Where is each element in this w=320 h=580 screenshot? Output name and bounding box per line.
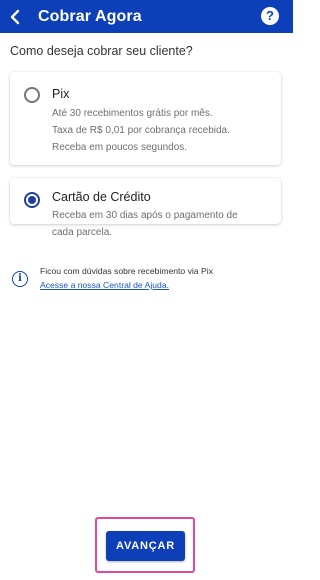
info-icon: i [12, 271, 28, 287]
description-line: Taxa de R$ 0,01 por cobrança recebida. [52, 125, 230, 136]
option-title: Pix [52, 87, 70, 101]
back-arrow-icon [10, 9, 20, 24]
radio-credit-card[interactable] [24, 192, 40, 208]
back-button[interactable] [4, 0, 26, 33]
description-line: Receba em 30 dias após o pagamento de [52, 210, 238, 221]
option-title: Cartão de Crédito [52, 190, 151, 204]
help-icon[interactable]: ? [261, 7, 279, 25]
option-card-pix[interactable]: Pix Até 30 recebimentos grátis por mês. … [10, 72, 281, 165]
radio-pix[interactable] [24, 87, 40, 103]
description-line: Até 30 recebimentos grátis por mês. [52, 108, 213, 119]
help-center-link[interactable]: Acesse a nossa Central de Ajuda. [40, 280, 169, 290]
question-heading: Como deseja cobrar seu cliente? [10, 44, 193, 58]
info-text: Ficou com dúvidas sobre recebimento via … [40, 266, 213, 276]
option-description: Receba em 30 dias após o pagamento de ca… [52, 207, 267, 241]
next-button[interactable]: AVANÇAR [106, 531, 185, 561]
description-line: Receba em poucos segundos. [52, 142, 188, 153]
option-card-credit-card[interactable]: Cartão de Crédito Receba em 30 dias após… [10, 178, 281, 238]
description-line: cada parcela. [52, 227, 113, 238]
app-bar: Cobrar Agora ? [0, 0, 293, 33]
page-title: Cobrar Agora [38, 7, 142, 25]
option-description: Até 30 recebimentos grátis por mês. Taxa… [52, 105, 267, 156]
